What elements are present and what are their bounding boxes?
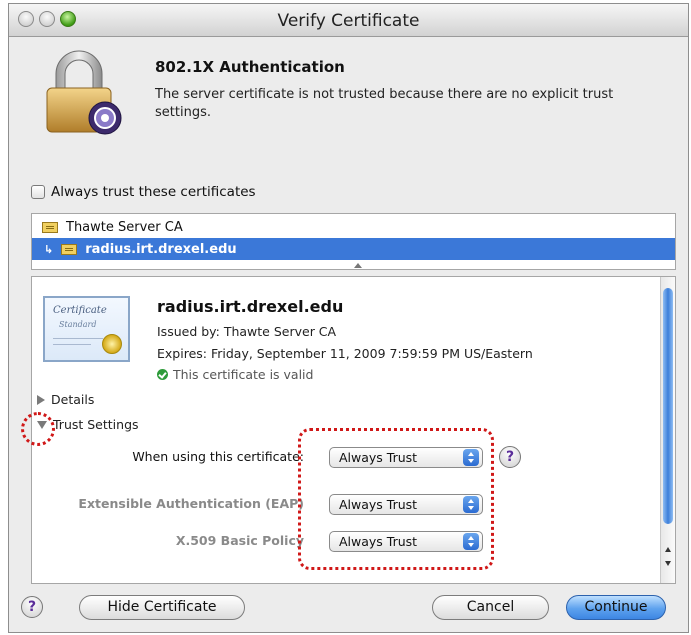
dialog-message: The server certificate is not trusted be…	[155, 87, 614, 120]
hide-certificate-button[interactable]: Hide Certificate	[79, 595, 245, 620]
chain-item-root[interactable]: Thawte Server CA	[32, 216, 675, 238]
annotation-box	[298, 428, 494, 570]
details-disclosure[interactable]: Details	[37, 392, 94, 407]
seal-icon	[102, 334, 122, 354]
verify-certificate-window: Verify Certificate 802.1X Authentication…	[8, 3, 689, 633]
trust-help-button[interactable]: ?	[499, 446, 521, 468]
trust-row-label: X.509 Basic Policy	[175, 533, 304, 548]
always-trust-label: Always trust these certificates	[51, 184, 256, 200]
child-arrow-icon: ↳	[44, 242, 54, 256]
chain-item-label: Thawte Server CA	[66, 219, 183, 235]
chain-item-label: radius.irt.drexel.edu	[85, 241, 237, 257]
validity-status: This certificate is valid	[157, 367, 313, 382]
window-title: Verify Certificate	[277, 11, 420, 31]
help-button[interactable]: ?	[21, 596, 43, 618]
lock-icon	[46, 50, 122, 135]
certificate-icon	[42, 221, 58, 233]
chain-item-leaf[interactable]: ↳ radius.irt.drexel.edu	[32, 238, 675, 260]
disclosure-right-icon	[37, 394, 45, 405]
issued-by: Issued by: Thawte Server CA	[157, 324, 337, 339]
split-view-handle[interactable]	[353, 263, 362, 268]
annotation-circle	[21, 412, 55, 446]
always-trust-checkbox[interactable]	[31, 185, 45, 199]
title-bar: Verify Certificate	[9, 4, 688, 37]
certificate-image-icon: Certificate Standard	[43, 296, 130, 362]
scrollbar-thumb[interactable]	[663, 288, 673, 524]
cancel-button[interactable]: Cancel	[432, 595, 549, 620]
vertical-scrollbar[interactable]	[660, 277, 675, 583]
trust-row-label: When using this certificate:	[132, 449, 304, 464]
scroll-up-arrow-icon[interactable]	[665, 547, 671, 552]
trust-row-label: Extensible Authentication (EAP)	[78, 496, 304, 511]
always-trust-checkbox-row[interactable]: Always trust these certificates	[31, 184, 256, 200]
scroll-down-arrow-icon[interactable]	[665, 561, 671, 566]
expires: Expires: Friday, September 11, 2009 7:59…	[157, 346, 533, 361]
continue-button[interactable]: Continue	[566, 595, 666, 620]
certificate-chain-list: Thawte Server CA ↳ radius.irt.drexel.edu	[31, 213, 676, 270]
check-circle-icon	[157, 369, 168, 380]
dialog-heading: 802.1X Authentication	[155, 58, 345, 76]
certificate-name: radius.irt.drexel.edu	[157, 297, 344, 316]
certificate-icon	[61, 243, 78, 255]
